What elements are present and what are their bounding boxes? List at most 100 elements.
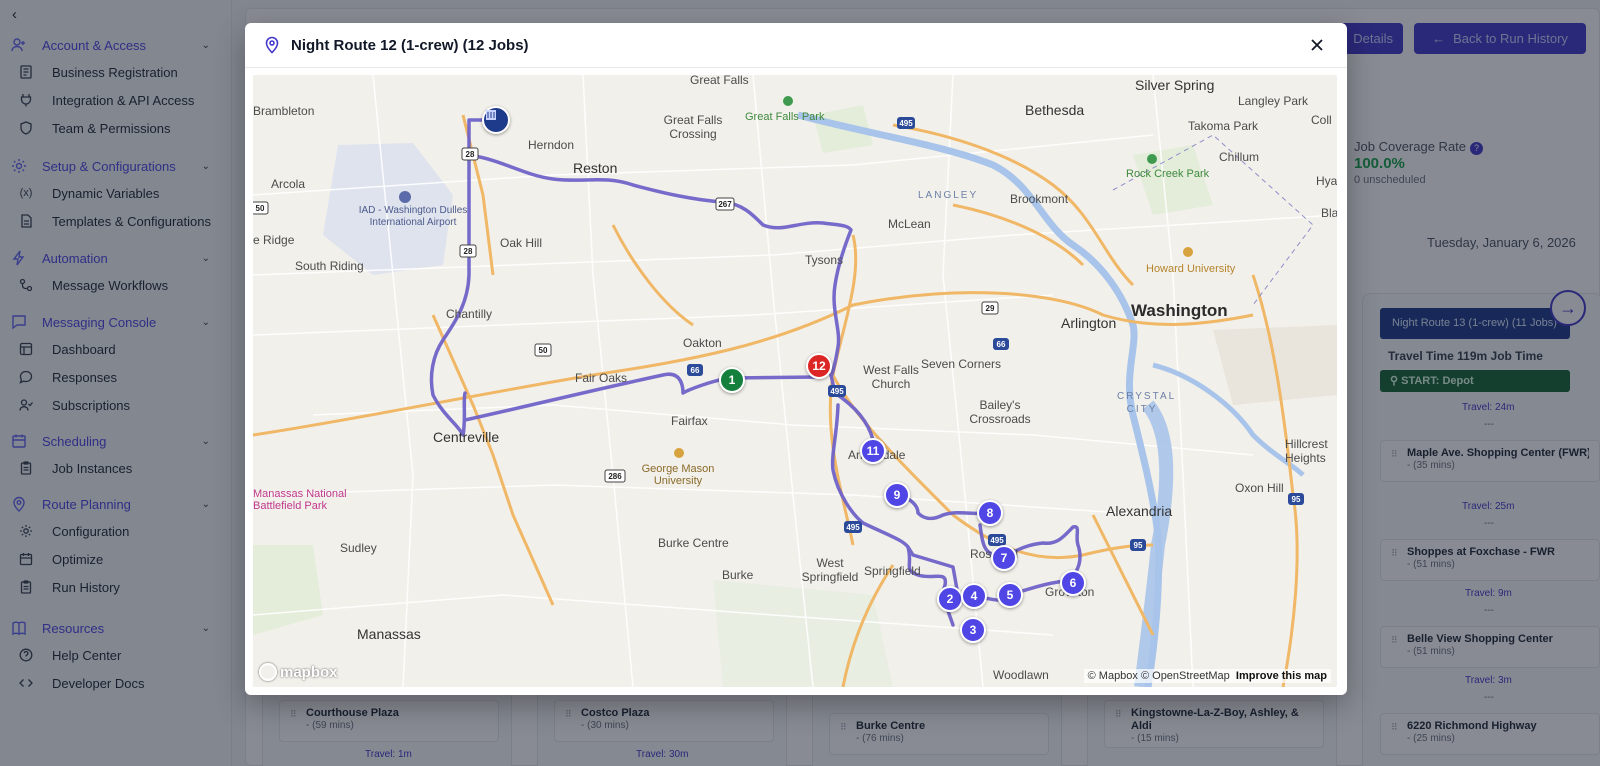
route-shield: 286	[604, 469, 626, 483]
stop-marker[interactable]: 9	[884, 482, 910, 508]
building-icon	[486, 110, 496, 120]
place-label: Langley Park	[1238, 94, 1309, 108]
place-label: Centreville	[433, 429, 500, 445]
place-label: LANGLEY	[918, 190, 979, 201]
park-poi-icon	[783, 96, 793, 106]
place-label: Arlington	[1061, 315, 1117, 331]
place-label: Woodlawn	[993, 668, 1049, 682]
place-label: Sudley	[340, 541, 377, 555]
place-label: West Springfield	[801, 556, 859, 584]
place-label: Arcola	[271, 177, 306, 191]
route-shield: 50	[253, 201, 269, 215]
place-label: Hillcrest Heights	[1285, 437, 1328, 465]
place-label: Bailey's Crossroads	[969, 398, 1031, 426]
svg-text:50: 50	[256, 204, 265, 213]
place-label: Brookmont	[1010, 192, 1069, 206]
svg-text:29: 29	[986, 304, 995, 313]
svg-text:95: 95	[1134, 541, 1143, 550]
place-label: South Riding	[295, 259, 364, 273]
stop-marker[interactable]: 8	[977, 500, 1003, 526]
place-label: e Ridge	[253, 233, 295, 247]
attribution-text[interactable]: © Mapbox © OpenStreetMap	[1088, 670, 1230, 682]
place-label: George Mason University	[641, 463, 715, 487]
interstate-shield: 66	[993, 338, 1009, 350]
mapbox-logo-text: mapbox	[280, 663, 338, 681]
interstate-shield: 66	[687, 364, 703, 376]
place-label: Silver Spring	[1135, 77, 1215, 93]
modal-header: Night Route 12 (1-crew) (12 Jobs)	[245, 23, 1347, 68]
university-poi-icon	[1183, 247, 1193, 257]
map-base-layer: 495 267 28 28 50 50 66 66 29 286 495 495…	[253, 75, 1337, 687]
place-label: Burke Centre	[658, 536, 729, 550]
place-label: Great Falls Crossing	[663, 113, 723, 141]
university-poi-icon	[674, 448, 684, 458]
place-label: Chantilly	[446, 307, 493, 321]
stop-marker[interactable]: 2	[937, 586, 963, 612]
place-label: Burke	[722, 568, 754, 582]
stop-marker[interactable]: 4	[961, 583, 987, 609]
interstate-shield: 495	[844, 521, 862, 533]
modal-title: Night Route 12 (1-crew) (12 Jobs)	[291, 36, 529, 54]
depot-marker[interactable]	[482, 106, 510, 134]
place-label: Oxon Hill	[1235, 481, 1284, 495]
route-shield: 28	[461, 147, 479, 161]
close-icon[interactable]	[1307, 35, 1327, 55]
place-label: Rock Creek Park	[1126, 168, 1210, 180]
place-label: IAD - Washington Dulles International Ai…	[358, 205, 468, 228]
stop-marker[interactable]: 6	[1060, 570, 1086, 596]
route-map-modal: Night Route 12 (1-crew) (12 Jobs) 495 26…	[245, 23, 1347, 695]
route-map[interactable]: 495 267 28 28 50 50 66 66 29 286 495 495…	[253, 75, 1337, 687]
place-label: Bla	[1321, 206, 1337, 220]
place-label: Chillum	[1219, 150, 1260, 164]
route-shield: 50	[534, 343, 552, 357]
route-shield: 28	[459, 244, 477, 258]
place-label: West Falls Church	[863, 363, 919, 391]
place-label: Alexandria	[1106, 503, 1173, 519]
map-pin-icon	[265, 36, 279, 54]
stop-marker[interactable]: 7	[991, 545, 1017, 571]
svg-text:66: 66	[691, 366, 700, 375]
place-label: Brambleton	[253, 104, 315, 118]
place-label: Great Falls Park	[745, 111, 825, 123]
place-label: Oakton	[683, 336, 722, 350]
airport-poi-icon	[399, 191, 411, 203]
place-label: Hya	[1316, 174, 1337, 188]
mapbox-logo-icon	[259, 663, 277, 681]
svg-text:66: 66	[997, 340, 1006, 349]
svg-text:495: 495	[830, 387, 844, 396]
place-label: Washington	[1131, 301, 1228, 320]
interstate-shield: 95	[1288, 493, 1304, 505]
route-shield: 29	[981, 301, 999, 315]
stop-marker[interactable]: 12	[806, 353, 832, 379]
place-label: Seven Corners	[921, 357, 1002, 371]
svg-text:28: 28	[464, 247, 473, 256]
place-label: Springfield	[864, 564, 921, 578]
place-label: Takoma Park	[1188, 119, 1259, 133]
place-label: Coll	[1311, 113, 1332, 127]
place-label: Reston	[573, 160, 618, 176]
place-label: Bethesda	[1025, 102, 1085, 118]
improve-map-link[interactable]: Improve this map	[1236, 670, 1327, 682]
mapbox-logo[interactable]: mapbox	[259, 663, 338, 681]
stop-marker[interactable]: 5	[997, 582, 1023, 608]
svg-text:267: 267	[718, 200, 732, 209]
interstate-shield: 95	[1130, 539, 1146, 551]
svg-text:50: 50	[539, 346, 548, 355]
stop-marker[interactable]: 1	[719, 367, 745, 393]
map-attribution: © Mapbox © OpenStreetMap Improve this ma…	[1083, 669, 1331, 683]
place-label: Manassas	[357, 626, 421, 642]
svg-text:286: 286	[608, 472, 622, 481]
place-label: Howard University	[1146, 263, 1236, 275]
route-shield: 267	[715, 197, 735, 211]
interstate-shield: 495	[897, 117, 915, 129]
place-label: Manassas National Battlefield Park	[253, 488, 347, 512]
place-label: Herndon	[528, 138, 575, 152]
stop-marker[interactable]: 11	[860, 438, 886, 464]
place-label: Tysons	[805, 253, 844, 267]
interstate-shield: 495	[828, 385, 846, 397]
place-label: CRYSTAL CITY	[1117, 391, 1177, 415]
place-label: McLean	[888, 217, 931, 231]
svg-text:28: 28	[466, 150, 475, 159]
stop-marker[interactable]: 3	[960, 617, 986, 643]
place-label: Fair Oaks	[575, 371, 628, 385]
